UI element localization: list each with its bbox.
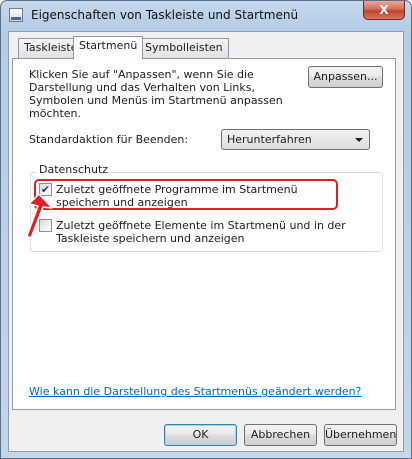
- chevron-down-icon: [355, 138, 363, 142]
- highlight-box: [34, 179, 338, 210]
- default-action-value: Herunterfahren: [227, 133, 312, 146]
- default-action-select[interactable]: Herunterfahren: [221, 129, 370, 150]
- privacy-group-title: Datenschutz: [36, 163, 112, 176]
- tab-symbolleisten[interactable]: Symbolleisten: [139, 38, 229, 58]
- tab-startmenu[interactable]: Startmenü: [73, 36, 144, 59]
- close-button[interactable]: X: [363, 1, 405, 20]
- help-link[interactable]: Wie kann die Darstellung des Startmenüs …: [29, 385, 361, 398]
- cancel-button[interactable]: Abbrechen: [244, 424, 317, 446]
- ok-button[interactable]: OK: [164, 424, 237, 446]
- default-action-label: Standardaktion für Beenden:: [29, 133, 189, 146]
- store-items-label[interactable]: Zuletzt geöffnete Elemente im Startmenü …: [56, 219, 346, 245]
- apply-button[interactable]: Übernehmen: [324, 424, 397, 446]
- startmenu-description: Klicken Sie auf "Anpassen", wenn Sie die…: [29, 68, 283, 120]
- taskbar-properties-icon: [9, 8, 23, 22]
- customize-button[interactable]: Anpassen...: [308, 66, 383, 88]
- window-title: Eigenschaften von Taskleiste und Startme…: [31, 8, 299, 22]
- title-bar[interactable]: Eigenschaften von Taskleiste und Startme…: [1, 1, 411, 31]
- pointer-arrow-icon: [26, 194, 53, 239]
